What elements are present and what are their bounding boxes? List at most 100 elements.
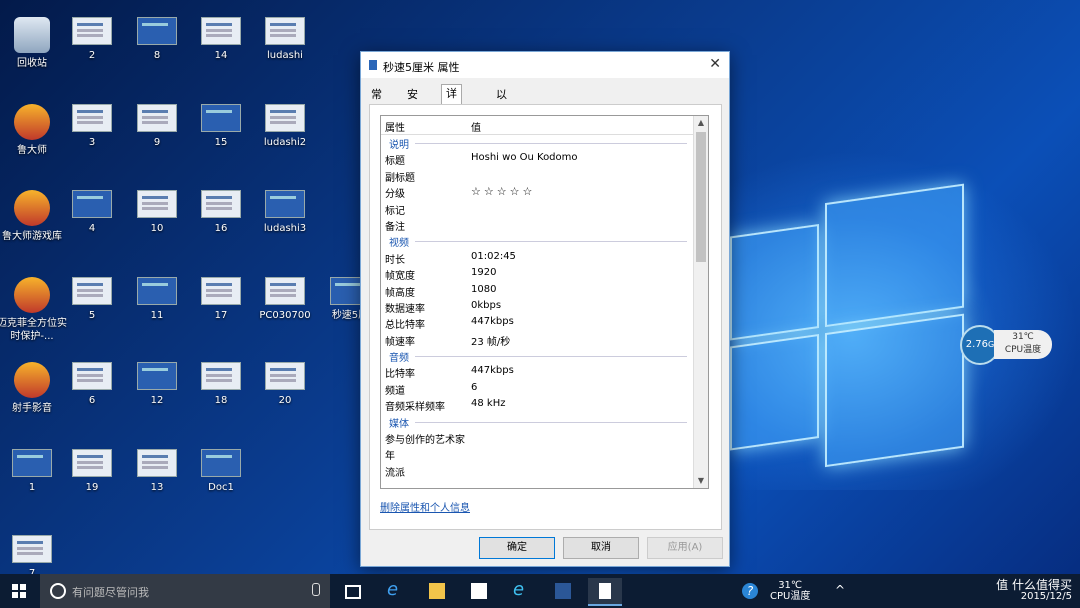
file-thumbnail-icon [265, 190, 305, 218]
file-thumbnail-icon [201, 449, 241, 477]
property-row[interactable]: 备注 [381, 216, 693, 233]
property-row[interactable]: 比特率 447kbps [381, 363, 693, 381]
scroll-down-icon[interactable]: ▼ [694, 474, 708, 488]
store-icon[interactable] [462, 578, 496, 604]
scroll-thumb[interactable] [696, 132, 706, 262]
desktop-icon[interactable]: 14 [186, 17, 256, 62]
property-key: 比特率 [385, 369, 415, 381]
watermark-brand: 值 什么值得买 [996, 578, 1072, 592]
property-key: 数据速率 [385, 303, 425, 315]
word-icon[interactable] [546, 578, 580, 604]
desktop-icon[interactable]: ludashi2 [250, 104, 320, 149]
remove-properties-link[interactable]: 删除属性和个人信息 [380, 499, 470, 514]
desktop-icon[interactable]: 11 [122, 277, 192, 322]
column-value[interactable]: 值 [471, 119, 481, 134]
desktop-icon-label: ludashi3 [263, 223, 307, 234]
file-thumbnail-icon [72, 277, 112, 305]
apply-button[interactable]: 应用(A) [647, 537, 723, 559]
desktop-icon[interactable]: 5 [57, 277, 127, 322]
ie-icon[interactable]: e [504, 578, 538, 604]
property-key: 流派 [385, 467, 405, 479]
section-label: 说明 [389, 140, 409, 151]
file-thumbnail-icon [201, 277, 241, 305]
file-thumbnail-icon [265, 277, 305, 305]
desktop-icon[interactable]: 19 [57, 449, 127, 494]
ok-button[interactable]: 确定 [479, 537, 555, 559]
property-row[interactable]: 流派 [381, 462, 693, 479]
app-icon [14, 277, 50, 313]
help-icon[interactable]: ? [733, 578, 767, 604]
microphone-icon[interactable] [312, 583, 320, 596]
desktop-icon[interactable]: 17 [186, 277, 256, 322]
file-thumbnail-icon [265, 17, 305, 45]
edge-icon[interactable]: e [378, 578, 412, 604]
desktop-icon[interactable]: ludashi3 [250, 190, 320, 235]
tab-security[interactable]: 安全 [403, 86, 422, 118]
desktop-icon-label: 9 [153, 137, 161, 148]
property-row[interactable]: 数据速率 0kbps [381, 298, 693, 315]
desktop-icon[interactable]: 2 [57, 17, 127, 62]
close-icon[interactable]: ✕ [709, 56, 721, 72]
search-box[interactable]: 有问题尽管问我 [40, 574, 330, 608]
desktop-icon[interactable]: 9 [122, 104, 192, 149]
desktop-icon-label: 2 [88, 50, 96, 61]
desktop-icon[interactable]: 3 [57, 104, 127, 149]
properties-window-task[interactable] [588, 578, 622, 606]
file-thumbnail-icon [72, 17, 112, 45]
scroll-up-icon[interactable]: ▲ [694, 116, 708, 130]
desktop-icon[interactable]: 20 [250, 362, 320, 407]
property-row[interactable]: 年 [381, 445, 693, 462]
clock[interactable]: 值 什么值得买 2015/12/5 [996, 578, 1072, 602]
column-property[interactable]: 属性 [385, 119, 405, 134]
property-row[interactable]: 帧速率 23 帧/秒 [381, 331, 693, 348]
file-thumbnail-icon [201, 17, 241, 45]
desktop-icon[interactable]: 10 [122, 190, 192, 235]
property-row[interactable]: 标题 Hoshi wo Ou Kodomo [381, 150, 693, 167]
task-view-icon[interactable] [336, 578, 370, 604]
properties-dialog: 秒速5厘米 属性 ✕ 常规 安全 详细信息 以前的版本 属性 值 说明标题 Hos… [360, 51, 730, 567]
desktop-icon-label: 12 [150, 395, 164, 406]
property-row[interactable]: 副标题 [381, 167, 693, 184]
property-value: 1080 [471, 283, 497, 295]
property-key: 帧高度 [385, 287, 415, 299]
property-row[interactable]: 参与创作的艺术家 [381, 429, 693, 446]
property-row[interactable]: 总比特率 447kbps [381, 314, 693, 331]
rating-stars[interactable]: ☆☆☆☆☆ [471, 185, 535, 198]
cpu-widget[interactable]: 2.76G 31℃ CPU温度 [960, 325, 1054, 365]
cancel-button[interactable]: 取消 [563, 537, 639, 559]
property-row[interactable]: 标记 [381, 200, 693, 217]
tab-general[interactable]: 常规 [367, 86, 386, 118]
desktop-icon[interactable]: 16 [186, 190, 256, 235]
desktop-icon[interactable]: 15 [186, 104, 256, 149]
file-icon [369, 60, 377, 70]
property-row[interactable]: 帧宽度 1920 [381, 265, 693, 282]
property-row[interactable]: 分级 ☆☆☆☆☆ [381, 183, 693, 200]
start-icon[interactable] [12, 584, 26, 598]
file-thumbnail-icon [72, 449, 112, 477]
desktop-icon[interactable]: 13 [122, 449, 192, 494]
desktop-icon[interactable]: ludashi [250, 17, 320, 62]
tab-previous-versions[interactable]: 以前的版本 [492, 86, 511, 169]
file-explorer-icon[interactable] [420, 578, 454, 604]
file-thumbnail-icon [137, 449, 177, 477]
desktop-icon[interactable]: PC030700 [250, 277, 320, 322]
show-hidden-icons-icon[interactable]: ^ [826, 578, 860, 604]
property-row[interactable]: 频道 6 [381, 380, 693, 397]
desktop-icon[interactable]: Doc1 [186, 449, 256, 494]
desktop-icon[interactable]: 4 [57, 190, 127, 235]
desktop-icon[interactable]: 12 [122, 362, 192, 407]
tab-details[interactable]: 详细信息 [441, 84, 462, 151]
desktop-icon[interactable]: 6 [57, 362, 127, 407]
property-list[interactable]: 属性 值 说明 标题 Hoshi wo Ou Kodomo 副标题 分级 ☆☆☆☆☆ 标记备… [380, 115, 709, 489]
tray-cpu-temp[interactable]: 31℃ CPU温度 [770, 580, 810, 602]
desktop-icon-label: 6 [88, 395, 96, 406]
title-bar[interactable]: 秒速5厘米 属性 ✕ [361, 52, 729, 78]
scrollbar[interactable]: ▲ ▼ [693, 116, 708, 488]
desktop-icon[interactable]: 8 [122, 17, 192, 62]
desktop-icon[interactable]: 18 [186, 362, 256, 407]
property-value: 23 帧/秒 [471, 336, 511, 348]
property-row[interactable]: 帧高度 1080 [381, 282, 693, 299]
property-row[interactable]: 时长 01:02:45 [381, 249, 693, 266]
property-row[interactable]: 音频采样频率 48 kHz [381, 396, 693, 413]
desktop-icon-label: 14 [214, 50, 228, 61]
